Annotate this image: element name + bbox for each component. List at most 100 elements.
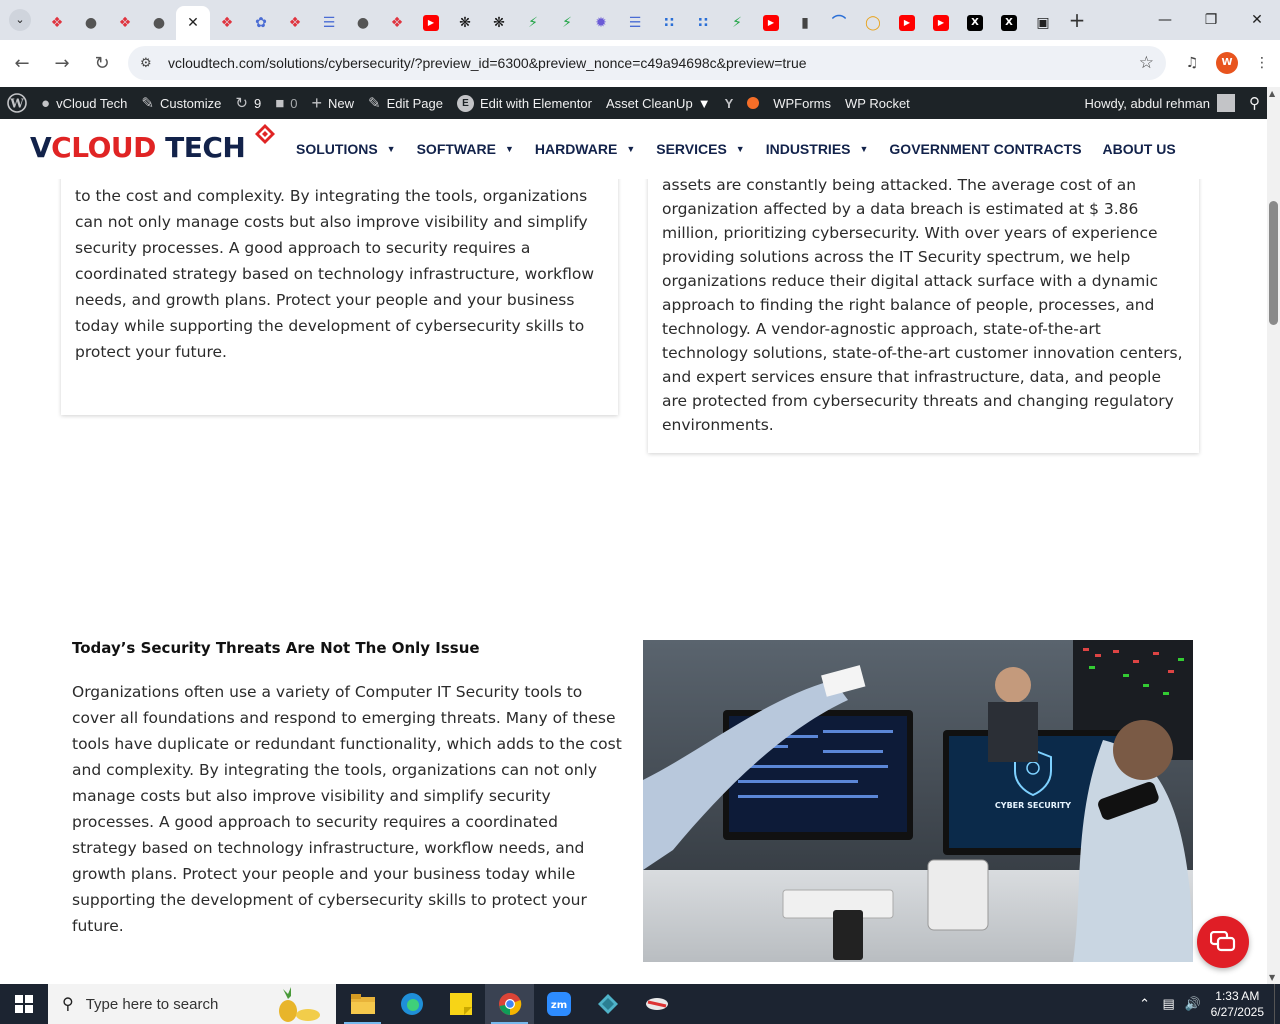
new-tab-button[interactable]: + bbox=[1060, 3, 1094, 37]
restore-button[interactable]: ❐ bbox=[1188, 0, 1234, 40]
new-content-link[interactable]: + New bbox=[304, 87, 361, 119]
taskbar-search-box[interactable]: ⚲ Type here to search bbox=[48, 984, 336, 1024]
chrome-app[interactable] bbox=[485, 984, 534, 1024]
browser-tab[interactable]: ☰ bbox=[312, 7, 346, 39]
browser-tab[interactable]: ⚡ bbox=[516, 7, 550, 39]
ring-icon: ◯ bbox=[865, 15, 881, 31]
profile-avatar[interactable]: W bbox=[1216, 52, 1238, 74]
browser-tab[interactable]: ❖ bbox=[278, 7, 312, 39]
info-card-right: assets are constantly being attacked. Th… bbox=[648, 169, 1199, 453]
asset-cleanup-link[interactable]: Asset CleanUp ▼ bbox=[599, 87, 718, 119]
browser-tab[interactable]: ◯ bbox=[856, 7, 890, 39]
satellite-icon bbox=[645, 998, 668, 1010]
forward-button[interactable]: → bbox=[44, 45, 80, 81]
browser-tab[interactable]: ∷ bbox=[686, 7, 720, 39]
diamond-app[interactable] bbox=[583, 984, 632, 1024]
browser-tab[interactable]: X bbox=[992, 7, 1026, 39]
scroll-down-icon[interactable]: ▼ bbox=[1269, 973, 1275, 982]
updates-link[interactable]: ↻ 9 bbox=[228, 87, 268, 119]
tab-search-button[interactable]: ⌄ bbox=[0, 0, 40, 40]
reload-button[interactable]: ↻ bbox=[84, 45, 120, 81]
show-hidden-icons[interactable]: ⌃ bbox=[1133, 996, 1157, 1012]
browser-tab[interactable]: ✕ bbox=[176, 6, 210, 40]
wprocket-link[interactable]: WP Rocket bbox=[838, 87, 917, 119]
customize-link[interactable]: ✎ Customize bbox=[134, 87, 228, 119]
address-bar[interactable]: ⚙ vcloudtech.com/solutions/cybersecurity… bbox=[128, 46, 1166, 80]
nav-item-about-us[interactable]: ABOUT US bbox=[1103, 141, 1176, 157]
wpforms-link[interactable]: WPForms bbox=[766, 87, 838, 119]
site-logo[interactable]: VCLOUD TECH bbox=[30, 123, 275, 173]
status-dot[interactable] bbox=[740, 87, 766, 119]
browser-tab[interactable]: ❖ bbox=[210, 7, 244, 39]
menu-kebab-icon[interactable]: ⋮ bbox=[1250, 51, 1274, 75]
avatar bbox=[1217, 94, 1235, 112]
browser-tab[interactable]: X bbox=[958, 7, 992, 39]
network-icon[interactable]: ▤ bbox=[1157, 996, 1181, 1012]
browser-tab[interactable]: ▮ bbox=[788, 7, 822, 39]
bookmark-star-icon[interactable]: ☆ bbox=[1139, 53, 1154, 73]
browser-tab[interactable]: ▶ bbox=[890, 7, 924, 39]
browser-tab[interactable]: ❖ bbox=[40, 7, 74, 39]
comments-count: 0 bbox=[290, 95, 298, 111]
edge-app[interactable] bbox=[387, 984, 436, 1024]
browser-tab[interactable]: ✹ bbox=[584, 7, 618, 39]
tab-strip: ⌄ ❖ ● ❖ ● ✕ ❖ ✿ ❖ ☰ ● ❖ ▶ ❋ ❋ ⚡ ⚡ ✹ ☰ ∷ ∷ ⚡ ▶ ▮ ⌒ ◯ ▶ ▶ X X ▣ + — ❐ ✕ bbox=[0, 0, 1280, 40]
site-info-icon[interactable]: ⚙ bbox=[140, 56, 158, 71]
browser-tab[interactable]: ⚡ bbox=[550, 7, 584, 39]
page-scrollbar[interactable]: ▲ ▼ bbox=[1267, 87, 1280, 984]
edit-page-link[interactable]: ✎ Edit Page bbox=[361, 87, 450, 119]
minimize-button[interactable]: — bbox=[1142, 0, 1188, 40]
comment-icon: ■ bbox=[275, 94, 285, 112]
pineapple-icon bbox=[279, 987, 320, 1022]
browser-tab[interactable]: ▶ bbox=[924, 7, 958, 39]
nav-item-solutions[interactable]: SOLUTIONS ▼ bbox=[296, 141, 396, 157]
browser-tab[interactable]: ∷ bbox=[652, 7, 686, 39]
browser-tab[interactable]: ▶ bbox=[754, 7, 788, 39]
pinwheel-icon: ❖ bbox=[390, 15, 404, 31]
browser-tab[interactable]: ❖ bbox=[108, 7, 142, 39]
admin-search-button[interactable]: ⚲ bbox=[1242, 87, 1267, 119]
close-icon[interactable]: ✕ bbox=[185, 15, 201, 31]
zoom-app[interactable]: zm bbox=[534, 984, 583, 1024]
browser-tab[interactable]: ● bbox=[346, 7, 380, 39]
yoast-link[interactable]: Y bbox=[718, 87, 741, 119]
nav-item-hardware[interactable]: HARDWARE ▼ bbox=[535, 141, 635, 157]
openai-icon: ❋ bbox=[493, 15, 505, 31]
url-text[interactable]: vcloudtech.com/solutions/cybersecurity/?… bbox=[168, 55, 1139, 71]
chat-widget-button[interactable] bbox=[1197, 916, 1249, 968]
file-explorer-app[interactable] bbox=[338, 984, 387, 1024]
browser-tab[interactable]: ❋ bbox=[448, 7, 482, 39]
start-button[interactable] bbox=[0, 984, 48, 1024]
browser-tab[interactable]: ▶ bbox=[414, 7, 448, 39]
browser-tab[interactable]: ❋ bbox=[482, 7, 516, 39]
lock-icon: ▮ bbox=[801, 15, 809, 31]
browser-tab[interactable]: ● bbox=[74, 7, 108, 39]
site-name-link[interactable]: ● vCloud Tech bbox=[34, 87, 134, 119]
sticky-notes-app[interactable] bbox=[436, 984, 485, 1024]
browser-tab[interactable]: ❖ bbox=[380, 7, 414, 39]
browser-tab[interactable]: ✿ bbox=[244, 7, 278, 39]
scrollbar-thumb[interactable] bbox=[1269, 201, 1278, 325]
comments-link[interactable]: ■ 0 bbox=[268, 87, 304, 119]
nav-item-services[interactable]: SERVICES ▼ bbox=[656, 141, 744, 157]
scroll-up-icon[interactable]: ▲ bbox=[1269, 89, 1275, 98]
media-controls-icon[interactable]: ♫ bbox=[1180, 51, 1204, 75]
browser-tab[interactable]: ⌒ bbox=[822, 7, 856, 39]
nav-item-government-contracts[interactable]: GOVERNMENT CONTRACTS bbox=[889, 141, 1081, 157]
browser-tab[interactable]: ⚡ bbox=[720, 7, 754, 39]
dashboard-icon: ● bbox=[41, 94, 51, 112]
browser-tab[interactable]: ● bbox=[142, 7, 176, 39]
clock[interactable]: 1:33 AM 6/27/2025 bbox=[1211, 988, 1264, 1020]
back-button[interactable]: ← bbox=[4, 45, 40, 81]
nav-item-industries[interactable]: INDUSTRIES ▼ bbox=[766, 141, 869, 157]
show-desktop-button[interactable] bbox=[1274, 984, 1280, 1024]
volume-icon[interactable]: 🔊 bbox=[1181, 996, 1205, 1012]
close-window-button[interactable]: ✕ bbox=[1234, 0, 1280, 40]
remote-desktop-app[interactable] bbox=[632, 984, 681, 1024]
edit-elementor-link[interactable]: E Edit with Elementor bbox=[450, 87, 599, 119]
browser-tab[interactable]: ☰ bbox=[618, 7, 652, 39]
wordpress-logo-button[interactable]: W bbox=[0, 87, 34, 119]
nav-item-software[interactable]: SOFTWARE ▼ bbox=[417, 141, 514, 157]
account-menu[interactable]: Howdy, abdul rehman bbox=[1078, 87, 1243, 119]
browser-tab[interactable]: ▣ bbox=[1026, 7, 1060, 39]
